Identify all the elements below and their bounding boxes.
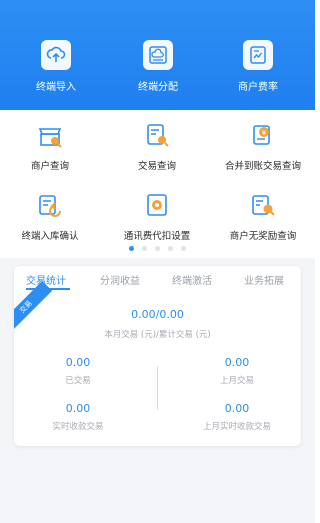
tab-terminal-activation[interactable]: 终端激活 [172,272,212,287]
rate-document-icon [243,40,273,70]
stats-card: 交易统计 分润收益 终端激活 业务拓展 交易 0.00/0.00 本月交易 (元… [14,266,301,446]
top-banner: 终端导入 终端分配 商户费率 [0,0,315,110]
import-terminal-label: 终端导入 [36,82,76,93]
settled-transactions-caption: 已交易 [65,376,91,386]
transaction-query-item[interactable]: 交易查询 [107,120,207,172]
stats-tabs: 交易统计 分润收益 终端激活 业务拓展 [14,266,301,292]
pagination-dot-2[interactable] [142,246,147,251]
fee-deduction-settings-icon [142,190,172,220]
no-reward-search-icon [248,190,278,220]
realtime-collection-caption: 实时收款交易 [52,422,104,432]
pagination-dots [0,246,315,251]
pagination-dot-4[interactable] [168,246,173,251]
tab-business-expansion[interactable]: 业务拓展 [244,272,284,287]
store-search-icon [35,120,65,150]
last-month-realtime-value: 0.00 [224,402,250,415]
merchant-rate-label: 商户费率 [238,82,278,93]
last-month-transactions-value: 0.00 [224,356,250,369]
terminal-inbound-item[interactable]: 终端入库确认 [0,190,100,242]
no-reward-query-item[interactable]: 商户无奖励查询 [213,190,313,242]
cloud-upload-icon [41,40,71,70]
no-reward-query-label: 商户无奖励查询 [229,231,297,242]
terminal-inbound-icon [35,190,65,220]
terminal-inbound-label: 终端入库确认 [21,231,79,242]
fee-deduction-settings-item[interactable]: 通讯费代扣设置 [107,190,207,242]
realtime-collection-value: 0.00 [65,402,91,415]
assign-terminal-label: 终端分配 [138,82,178,93]
cloud-distribute-icon [143,40,173,70]
pagination-dot-1[interactable] [129,246,134,251]
last-month-realtime-caption: 上月实时收款交易 [202,422,271,432]
monthly-total-caption: 本月交易 (元)/累计交易 (元) [104,330,211,340]
merged-settlement-search-icon: ¥ [248,120,278,150]
transaction-query-label: 交易查询 [137,161,176,172]
merchant-query-item[interactable]: 商户查询 [0,120,100,172]
settled-transactions-value: 0.00 [65,356,91,369]
merged-settlement-query-item[interactable]: ¥ 合并到账交易查询 [213,120,313,172]
stats-divider [157,366,158,410]
merchant-rate-button[interactable]: 商户费率 [218,40,298,93]
assign-terminal-button[interactable]: 终端分配 [118,40,198,93]
svg-text:¥: ¥ [262,129,267,137]
fee-deduction-settings-label: 通讯费代扣设置 [123,231,191,242]
pagination-dot-3[interactable] [155,246,160,251]
last-month-transactions-caption: 上月交易 [219,376,254,386]
merged-settlement-query-label: 合并到账交易查询 [224,161,301,172]
transaction-search-icon [142,120,172,150]
pagination-dot-5[interactable] [181,246,186,251]
import-terminal-button[interactable]: 终端导入 [16,40,96,93]
merchant-query-label: 商户查询 [30,161,69,172]
tab-profit-share[interactable]: 分润收益 [100,272,140,287]
monthly-total-value: 0.00/0.00 [131,308,184,321]
